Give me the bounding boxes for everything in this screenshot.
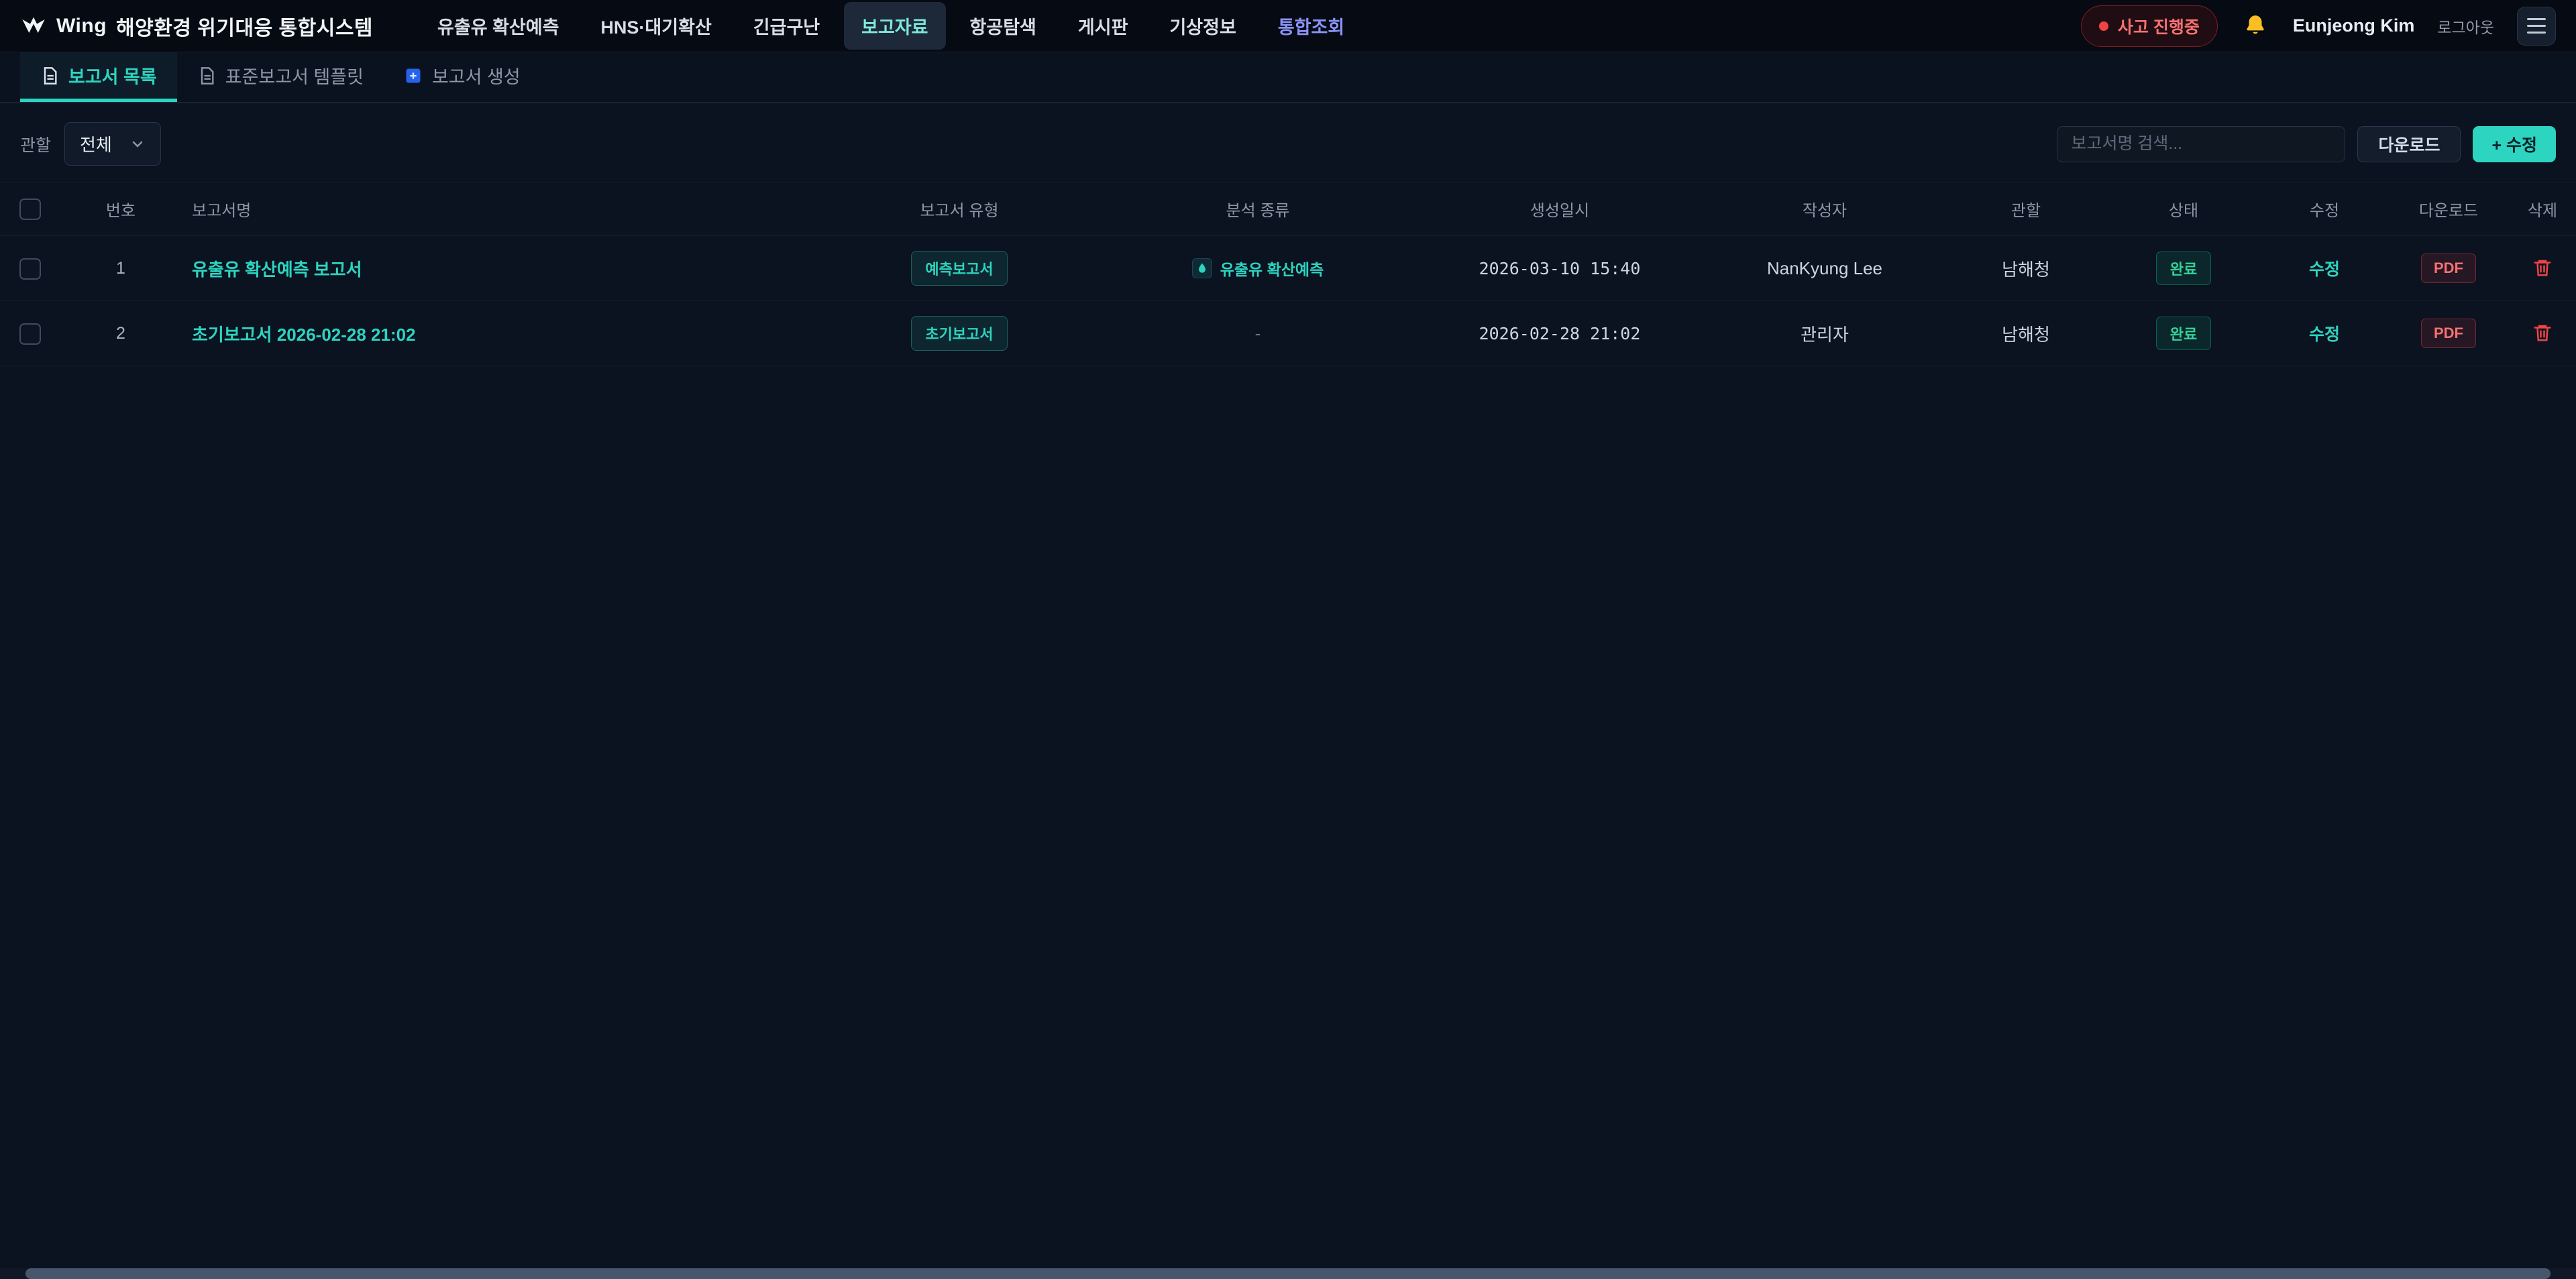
created-datetime: 2026-03-10 15:40 bbox=[1479, 259, 1641, 278]
report-table: 번호 보고서명 보고서 유형 분석 종류 생성일시 작성자 관할 상태 수정 다… bbox=[0, 182, 2576, 366]
col-header-download: 다운로드 bbox=[2388, 182, 2509, 236]
nav-item-weather[interactable]: 기상정보 bbox=[1152, 2, 1253, 50]
incident-dot-icon bbox=[2099, 21, 2108, 31]
filter-right-cluster: 다운로드 + 수정 bbox=[2057, 126, 2556, 162]
download-button[interactable]: 다운로드 bbox=[2357, 126, 2461, 162]
hamburger-icon bbox=[2527, 18, 2546, 20]
col-header-delete: 삭제 bbox=[2509, 182, 2576, 236]
wing-logo-icon bbox=[20, 13, 47, 40]
trash-icon bbox=[2532, 323, 2553, 343]
report-type-badge: 초기보고서 bbox=[911, 316, 1007, 351]
app-title: 해양환경 위기대응 통합시스템 bbox=[116, 11, 373, 41]
logo-text: Wing bbox=[56, 15, 107, 38]
col-header-analysis: 분석 종류 bbox=[1100, 182, 1415, 236]
row-checkbox[interactable] bbox=[19, 258, 41, 280]
chevron-down-icon bbox=[129, 136, 146, 152]
report-type-badge: 예측보고서 bbox=[911, 251, 1007, 286]
col-header-no: 번호 bbox=[60, 182, 181, 236]
status-badge: 완료 bbox=[2156, 317, 2211, 350]
hamburger-menu-button[interactable] bbox=[2517, 7, 2556, 46]
document-icon bbox=[40, 66, 59, 85]
analysis-type-label: 유출유 확산예측 bbox=[1220, 257, 1324, 280]
analysis-type-cell: - bbox=[1255, 323, 1261, 343]
main-nav: 유출유 확산예측 HNS·대기확산 긴급구난 보고자료 항공탐색 게시판 기상정… bbox=[420, 2, 1362, 50]
tab-label: 보고서 목록 bbox=[68, 62, 157, 89]
create-edit-button[interactable]: + 수정 bbox=[2473, 126, 2556, 162]
top-navigation-bar: Wing 해양환경 위기대응 통합시스템 유출유 확산예측 HNS·대기확산 긴… bbox=[0, 0, 2576, 52]
select-all-checkbox[interactable] bbox=[19, 199, 41, 220]
droplet-icon bbox=[1192, 258, 1212, 278]
nav-item-rescue[interactable]: 긴급구난 bbox=[736, 2, 837, 50]
col-header-edit: 수정 bbox=[2261, 182, 2388, 236]
tab-report-template[interactable]: 표준보고서 템플릿 bbox=[177, 52, 384, 102]
pdf-download-button[interactable]: PDF bbox=[2421, 254, 2476, 283]
pdf-download-button[interactable]: PDF bbox=[2421, 319, 2476, 348]
horizontal-scrollbar[interactable] bbox=[0, 1268, 2576, 1279]
col-header-type: 보고서 유형 bbox=[818, 182, 1100, 236]
row-checkbox[interactable] bbox=[19, 323, 41, 345]
tab-label: 보고서 생성 bbox=[432, 62, 521, 89]
analysis-type-cell: 유출유 확산예측 bbox=[1192, 257, 1324, 280]
created-datetime: 2026-02-28 21:02 bbox=[1479, 324, 1641, 343]
notification-bell-button[interactable] bbox=[2241, 11, 2270, 41]
jurisdiction: 남해청 bbox=[1945, 236, 2106, 301]
table-row: 1 유출유 확산예측 보고서 예측보고서 유출유 확산예측 2026-03-10… bbox=[0, 236, 2576, 301]
bell-icon bbox=[2243, 13, 2268, 39]
col-header-name: 보고서명 bbox=[181, 182, 818, 236]
col-header-jurisdiction: 관할 bbox=[1945, 182, 2106, 236]
col-header-author: 작성자 bbox=[1704, 182, 1945, 236]
table-row: 2 초기보고서 2026-02-28 21:02 초기보고서 - 2026-02… bbox=[0, 301, 2576, 366]
incident-status-badge[interactable]: 사고 진행중 bbox=[2081, 5, 2218, 47]
top-right-cluster: 사고 진행중 Eunjeong Kim 로그아웃 bbox=[2081, 5, 2556, 47]
document-plus-icon bbox=[404, 66, 423, 85]
jurisdiction-select-value: 전체 bbox=[80, 131, 112, 156]
author: NanKyung Lee bbox=[1704, 236, 1945, 301]
nav-item-reports[interactable]: 보고자료 bbox=[844, 2, 945, 50]
jurisdiction-filter-label: 관할 bbox=[20, 132, 51, 156]
document-icon bbox=[197, 66, 216, 85]
row-number: 2 bbox=[60, 301, 181, 366]
nav-item-board[interactable]: 게시판 bbox=[1061, 2, 1146, 50]
report-search-input[interactable] bbox=[2057, 126, 2345, 162]
trash-icon bbox=[2532, 258, 2553, 278]
delete-button[interactable] bbox=[2530, 255, 2555, 282]
jurisdiction: 남해청 bbox=[1945, 301, 2106, 366]
filter-toolbar: 관할 전체 다운로드 + 수정 bbox=[0, 103, 2576, 182]
edit-link[interactable]: 수정 bbox=[2309, 325, 2340, 344]
row-number: 1 bbox=[60, 236, 181, 301]
author: 관리자 bbox=[1704, 301, 1945, 366]
nav-item-oil-spill[interactable]: 유출유 확산예측 bbox=[420, 2, 576, 50]
report-name-link[interactable]: 초기보고서 2026-02-28 21:02 bbox=[192, 325, 416, 345]
brand[interactable]: Wing 해양환경 위기대응 통합시스템 bbox=[20, 11, 373, 41]
report-tabbar: 보고서 목록 표준보고서 템플릿 보고서 생성 bbox=[0, 52, 2576, 103]
jurisdiction-select[interactable]: 전체 bbox=[64, 122, 161, 166]
edit-link[interactable]: 수정 bbox=[2309, 260, 2340, 279]
delete-button[interactable] bbox=[2530, 320, 2555, 347]
nav-item-integrated-search[interactable]: 통합조회 bbox=[1260, 2, 1362, 50]
status-badge: 완료 bbox=[2156, 252, 2211, 285]
tab-report-list[interactable]: 보고서 목록 bbox=[20, 52, 177, 102]
tab-report-create[interactable]: 보고서 생성 bbox=[384, 52, 541, 102]
tab-label: 표준보고서 템플릿 bbox=[225, 62, 364, 89]
logout-button[interactable]: 로그아웃 bbox=[2437, 15, 2494, 38]
col-header-created: 생성일시 bbox=[1415, 182, 1704, 236]
scrollbar-thumb[interactable] bbox=[25, 1268, 2550, 1279]
nav-item-hns[interactable]: HNS·대기확산 bbox=[583, 2, 729, 50]
nav-item-air-search[interactable]: 항공탐색 bbox=[953, 2, 1054, 50]
table-header-row: 번호 보고서명 보고서 유형 분석 종류 생성일시 작성자 관할 상태 수정 다… bbox=[0, 182, 2576, 236]
col-header-status: 상태 bbox=[2106, 182, 2261, 236]
incident-badge-label: 사고 진행중 bbox=[2118, 14, 2200, 38]
report-name-link[interactable]: 유출유 확산예측 보고서 bbox=[192, 260, 362, 280]
user-name: Eunjeong Kim bbox=[2293, 15, 2415, 36]
